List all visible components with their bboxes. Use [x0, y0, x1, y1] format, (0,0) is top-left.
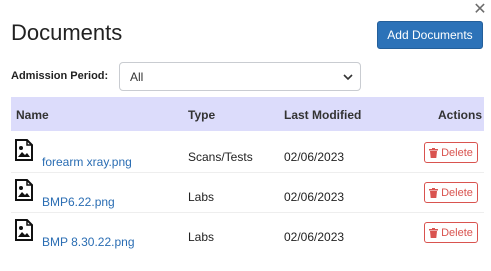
file-modified: 02/06/2023 — [284, 150, 345, 164]
modal-title: Documents — [11, 20, 123, 45]
file-modified: 02/06/2023 — [284, 230, 345, 244]
column-header-actions: Actions — [438, 108, 483, 122]
delete-button[interactable]: Delete — [424, 182, 478, 203]
delete-label: Delete — [441, 186, 473, 199]
table-row: forearm xray.png Scans/Tests 02/06/2023 … — [11, 139, 484, 179]
admission-period-select[interactable]: All — [119, 62, 361, 91]
table-row: BMP6.22.png Labs 02/06/2023 Delete — [11, 179, 484, 219]
file-type: Labs — [188, 190, 215, 204]
file-type: Labs — [188, 230, 215, 244]
delete-button[interactable]: Delete — [424, 222, 478, 243]
file-link[interactable]: forearm xray.png — [42, 155, 132, 169]
image-file-icon — [15, 179, 33, 201]
column-header-modified: Last Modified — [284, 108, 362, 122]
file-modified: 02/06/2023 — [284, 190, 345, 204]
column-header-type: Type — [188, 108, 216, 122]
column-header-name: Name — [16, 108, 49, 122]
file-link[interactable]: BMP 8.30.22.png — [42, 235, 135, 249]
documents-modal: ✕ Documents Add Documents Admission Peri… — [0, 0, 491, 271]
chevron-down-icon — [343, 74, 353, 81]
file-type: Scans/Tests — [188, 150, 253, 164]
delete-label: Delete — [441, 226, 473, 239]
trash-icon — [429, 147, 439, 158]
image-file-icon — [15, 219, 33, 241]
admission-period-label: Admission Period: — [11, 70, 109, 82]
table-header: Name Type Last Modified Actions — [11, 97, 484, 131]
delete-button[interactable]: Delete — [424, 142, 478, 163]
file-link[interactable]: BMP6.22.png — [42, 195, 115, 209]
trash-icon — [429, 187, 439, 198]
image-file-icon — [15, 139, 33, 161]
add-documents-button[interactable]: Add Documents — [377, 21, 483, 49]
row-divider — [11, 212, 484, 213]
close-icon[interactable]: ✕ — [473, 2, 487, 18]
row-divider — [11, 172, 484, 173]
delete-label: Delete — [441, 146, 473, 159]
table-row: BMP 8.30.22.png Labs 02/06/2023 Delete — [11, 219, 484, 259]
admission-period-value: All — [130, 69, 144, 84]
trash-icon — [429, 227, 439, 238]
